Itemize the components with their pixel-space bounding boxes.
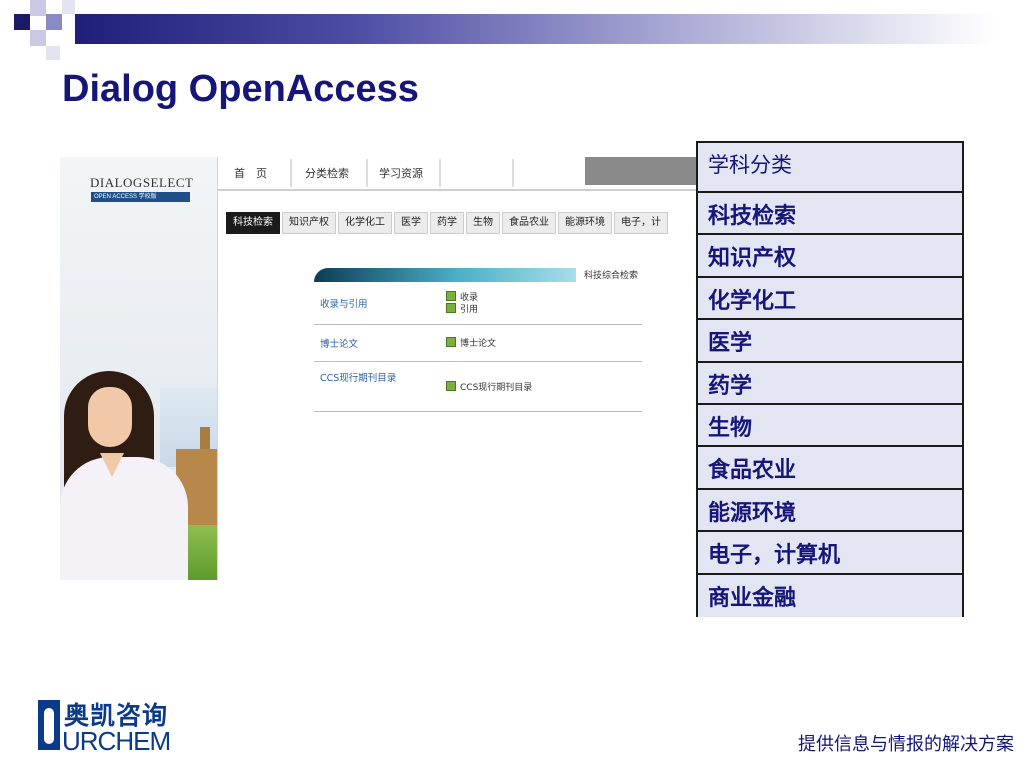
table-row: 能源环境 [698, 489, 962, 533]
database-icon [446, 337, 456, 347]
decor-square [30, 30, 46, 46]
database-icon [446, 381, 456, 391]
open-access-bar: OPEN ACCESS 学校版 [91, 192, 190, 202]
top-navigation: 首 页 分类检索 学习资源 [218, 157, 740, 191]
table-row: 医学 [698, 320, 962, 363]
row-link-ccs[interactable]: CCS现行期刊目录 [446, 380, 532, 393]
tab-sci-tech[interactable]: 科技检索 [226, 212, 280, 234]
tab-biology[interactable]: 生物 [466, 212, 500, 234]
row-label-dissertations[interactable]: 博士论文 [320, 336, 358, 350]
subject-classification-table: 学科分类 科技检索 知识产权 化学化工 医学 药学 生物 食品农业 能源环境 电… [696, 141, 964, 617]
list-item: CCS现行期刊目录 CCS现行期刊目录 [314, 362, 642, 412]
subject-tab-bar: 科技检索 知识产权 化学化工 医学 药学 生物 食品农业 能源环境 电子，计 [226, 212, 670, 234]
section-banner-label: 科技综合检索 [584, 271, 639, 281]
list-item: 博士论文 博士论文 [314, 325, 642, 362]
table-row: 生物 [698, 404, 962, 448]
decor-square [30, 0, 46, 16]
decor-square [46, 14, 62, 30]
table-header: 学科分类 [698, 143, 962, 193]
row-label-citation[interactable]: 收录与引用 [320, 296, 368, 310]
nav-separator [512, 159, 514, 187]
urchem-logo-mark-inner [44, 708, 54, 744]
table-row: 食品农业 [698, 447, 962, 490]
row-link-dissertations[interactable]: 博士论文 [446, 336, 496, 349]
slide-title: Dialog OpenAccess [62, 68, 419, 110]
tab-electronics[interactable]: 电子，计 [614, 212, 668, 234]
nav-separator [439, 159, 441, 187]
tab-energy-environment[interactable]: 能源环境 [558, 212, 612, 234]
database-icon [446, 291, 456, 301]
dialogselect-logo: DIALOGSELECT [90, 175, 194, 190]
tab-pharmacy[interactable]: 药学 [430, 212, 464, 234]
nav-home[interactable]: 首 页 [234, 165, 267, 181]
table-row: 科技检索 [698, 193, 962, 236]
decor-square [62, 0, 75, 14]
tab-food-agriculture[interactable]: 食品农业 [502, 212, 556, 234]
tab-chemistry[interactable]: 化学化工 [338, 212, 392, 234]
table-row: 知识产权 [698, 235, 962, 278]
list-item: 收录与引用 收录 引用 [314, 285, 642, 325]
table-row: 商业金融 [698, 574, 962, 617]
database-icon [446, 303, 456, 313]
decor-square [14, 14, 30, 30]
row-link-citation[interactable]: 引用 [446, 302, 478, 315]
table-row: 电子，计算机 [698, 532, 962, 575]
logo-english-name: URCHEM [62, 726, 171, 756]
woman-face [88, 387, 132, 447]
section-banner [314, 268, 576, 282]
screenshot-left-column: DIALOGSELECT OPEN ACCESS 学校版 [60, 157, 218, 580]
nav-learning-resources[interactable]: 学习资源 [379, 165, 423, 181]
footer-tagline: 提供信息与情报的解决方案 [798, 734, 1014, 755]
table-row: 化学化工 [698, 277, 962, 321]
nav-category-search[interactable]: 分类检索 [305, 165, 349, 181]
website-screenshot: DIALOGSELECT OPEN ACCESS 学校版 首 页 分类检索 学习… [60, 157, 740, 582]
decor-square [46, 46, 60, 60]
nav-separator [366, 159, 368, 187]
tab-ip[interactable]: 知识产权 [282, 212, 336, 234]
header-gradient-band [75, 14, 995, 44]
row-label-ccs[interactable]: CCS现行期刊目录 [320, 373, 410, 385]
table-row: 药学 [698, 362, 962, 405]
woman-shirt [60, 457, 188, 580]
nav-separator [290, 159, 292, 187]
tab-medicine[interactable]: 医学 [394, 212, 428, 234]
